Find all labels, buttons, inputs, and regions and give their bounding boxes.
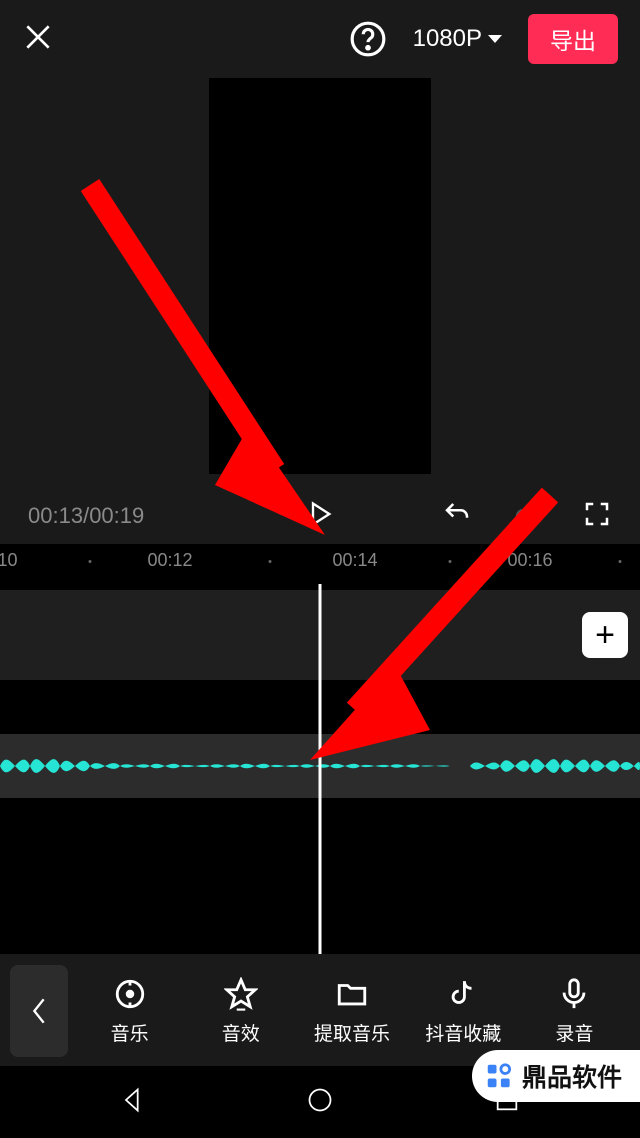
music-icon bbox=[113, 977, 147, 1011]
mic-icon bbox=[557, 977, 591, 1011]
help-icon[interactable] bbox=[349, 20, 387, 58]
redo-button[interactable] bbox=[512, 499, 542, 534]
watermark-text: 鼎品软件 bbox=[522, 1058, 622, 1094]
timecode: 00:13/00:19 bbox=[28, 503, 144, 529]
nav-back-icon[interactable] bbox=[119, 1086, 147, 1119]
star-icon bbox=[224, 977, 258, 1011]
preview-area bbox=[0, 78, 640, 488]
resolution-label: 1080P bbox=[413, 25, 482, 53]
undo-button[interactable] bbox=[442, 499, 472, 534]
tool-record[interactable]: 录音 bbox=[519, 977, 630, 1046]
caret-down-icon bbox=[488, 35, 502, 43]
timeline[interactable]: 0:10 00:12 00:14 00:16 + bbox=[0, 544, 640, 954]
watermark-badge: 鼎品软件 bbox=[472, 1050, 640, 1102]
folder-icon bbox=[335, 977, 369, 1011]
tool-sound-effect[interactable]: 音效 bbox=[185, 977, 296, 1046]
tool-label: 录音 bbox=[555, 1019, 593, 1046]
douyin-icon bbox=[446, 977, 480, 1011]
add-clip-button[interactable]: + bbox=[582, 612, 628, 658]
export-button[interactable]: 导出 bbox=[528, 14, 618, 64]
close-icon[interactable] bbox=[22, 21, 54, 58]
video-preview[interactable] bbox=[209, 78, 431, 474]
header-bar: 1080P 导出 bbox=[0, 0, 640, 78]
tool-label: 提取音乐 bbox=[314, 1019, 390, 1046]
play-button[interactable] bbox=[306, 499, 334, 534]
watermark-logo-icon bbox=[484, 1061, 514, 1091]
nav-home-icon[interactable] bbox=[306, 1086, 334, 1119]
tool-label: 音效 bbox=[222, 1019, 260, 1046]
tool-label: 抖音收藏 bbox=[425, 1019, 501, 1046]
tool-label: 音乐 bbox=[111, 1019, 149, 1046]
playback-bar: 00:13/00:19 bbox=[0, 488, 640, 544]
tool-douyin-favorites[interactable]: 抖音收藏 bbox=[408, 977, 519, 1046]
toolbar-back-button[interactable] bbox=[10, 965, 68, 1057]
fullscreen-button[interactable] bbox=[582, 499, 612, 534]
tool-extract-music[interactable]: 提取音乐 bbox=[296, 977, 407, 1046]
tool-music[interactable]: 音乐 bbox=[74, 977, 185, 1046]
timeline-ruler: 0:10 00:12 00:14 00:16 bbox=[0, 544, 640, 580]
resolution-selector[interactable]: 1080P bbox=[405, 25, 510, 53]
playhead[interactable] bbox=[319, 584, 322, 954]
